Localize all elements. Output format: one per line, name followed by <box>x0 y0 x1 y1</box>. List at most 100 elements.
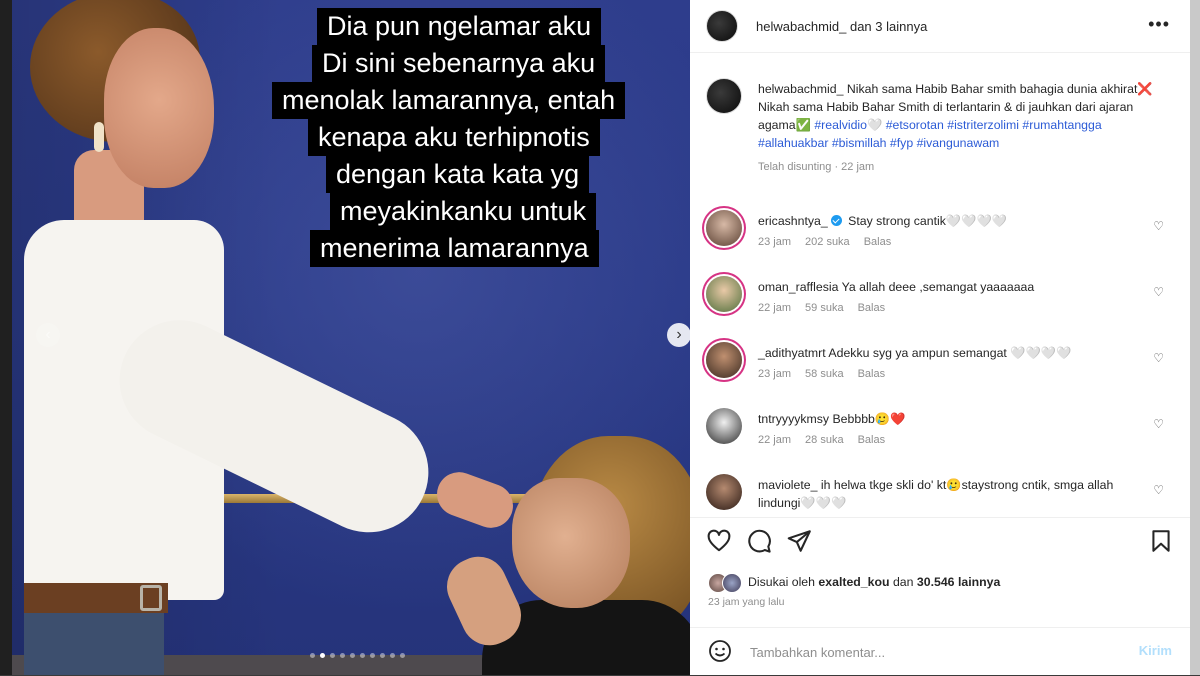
carousel-dot <box>340 653 345 658</box>
woman-jeans <box>24 613 164 675</box>
post-header: helwabachmid_ dan 3 lainnya ••• <box>690 0 1190 53</box>
post-actions: Disukai oleh exalted_kou dan 30.546 lain… <box>690 517 1190 628</box>
comment-item: ericashntya_ Stay strong cantik🤍🤍🤍🤍 23 j… <box>706 210 1176 254</box>
commenter-avatar[interactable] <box>706 408 742 444</box>
header-username[interactable]: helwabachmid_ <box>756 19 846 34</box>
send-icon[interactable] <box>786 528 812 554</box>
man-face <box>512 478 630 608</box>
likes-user[interactable]: exalted_kou <box>818 575 889 589</box>
comment-text: Stay strong cantik🤍🤍🤍🤍 <box>848 214 1008 228</box>
heart-icon: ♡ <box>1153 219 1164 233</box>
caption-line-5: dengan kata kata yg <box>326 156 590 193</box>
commenter-avatar[interactable] <box>706 276 742 312</box>
likes-suffix[interactable]: lainnya <box>958 575 1000 589</box>
caption-line-2: Di sini sebenarnya aku <box>312 45 606 82</box>
header-author[interactable]: helwabachmid_ dan 3 lainnya <box>756 19 927 34</box>
liker-avatar <box>722 573 742 593</box>
carousel-dot <box>380 653 385 658</box>
reply-button[interactable]: Balas <box>864 236 892 248</box>
liker-avatars <box>708 573 742 593</box>
more-options-button[interactable]: ••• <box>1148 14 1170 35</box>
likes-summary[interactable]: Disukai oleh exalted_kou dan 30.546 lain… <box>708 573 1000 593</box>
caption-line-6: meyakinkanku untuk <box>330 193 597 230</box>
comment-username[interactable]: _adithyatmrt <box>758 346 826 360</box>
comment-likes[interactable]: 58 suka <box>805 368 844 380</box>
comment-likes[interactable]: 59 suka <box>805 302 844 314</box>
comment-time: 23 jam <box>758 236 792 248</box>
commenter-avatar[interactable] <box>706 210 742 246</box>
comment-item: oman_rafflesia Ya allah deee ,semangat y… <box>706 276 1176 320</box>
comment-username[interactable]: ericashntya_ <box>758 214 828 228</box>
comment-like-button[interactable]: ♡ <box>1153 351 1164 365</box>
right-backdrop <box>1190 0 1200 675</box>
comment-like-button[interactable]: ♡ <box>1153 285 1164 299</box>
caption-line-7: menerima lamarannya <box>310 230 599 267</box>
smiley-icon[interactable] <box>708 639 732 663</box>
carousel-dot <box>370 653 375 658</box>
post-time: 23 jam yang lalu <box>708 596 785 608</box>
comment-text: Adekku syg ya ampun semangat 🤍🤍🤍🤍 <box>828 346 1072 360</box>
heart-icon: ♡ <box>1153 483 1164 497</box>
carousel-dots <box>310 653 405 658</box>
carousel-dot <box>360 653 365 658</box>
comment-like-button[interactable]: ♡ <box>1153 417 1164 431</box>
chevron-left-icon: ‹ <box>45 326 51 343</box>
comment-item: tntryyyykmsy Bebbbb🥲❤️ 22 jam 28 suka Ba… <box>706 408 1176 452</box>
reply-button[interactable]: Balas <box>858 368 886 380</box>
comment-text: Ya allah deee ,semangat yaaaaaaa <box>841 280 1035 294</box>
caption-line-1: Dia pun ngelamar aku <box>317 8 602 45</box>
comment-username[interactable]: oman_rafflesia <box>758 280 838 294</box>
chevron-right-icon: › <box>676 326 682 343</box>
comment-like-button[interactable]: ♡ <box>1153 219 1164 233</box>
bookmark-icon[interactable] <box>1148 528 1174 554</box>
header-collab-text[interactable]: dan 3 lainnya <box>850 19 927 34</box>
verified-badge-icon <box>830 215 842 226</box>
commenter-avatar[interactable] <box>706 474 742 510</box>
caption-avatar[interactable] <box>706 78 742 114</box>
belt-buckle <box>140 585 162 611</box>
heart-icon: ♡ <box>1153 417 1164 431</box>
commenter-avatar[interactable] <box>706 342 742 378</box>
comment-likes[interactable]: 28 suka <box>805 434 844 446</box>
likes-count[interactable]: 30.546 <box>917 575 955 589</box>
comment-time: 22 jam <box>758 302 792 314</box>
post-photo[interactable]: Dia pun ngelamar aku Di sini sebenarnya … <box>12 0 690 675</box>
reply-button[interactable]: Balas <box>858 302 886 314</box>
comment-likes[interactable]: 202 suka <box>805 236 850 248</box>
heart-icon[interactable] <box>706 528 732 554</box>
reply-button[interactable]: Balas <box>858 434 886 446</box>
likes-prefix: Disukai oleh <box>748 575 815 589</box>
comment-time: 23 jam <box>758 368 792 380</box>
owner-avatar[interactable] <box>706 10 738 42</box>
carousel-dot <box>400 653 405 658</box>
comment-like-button[interactable]: ♡ <box>1153 483 1164 497</box>
carousel-prev-button[interactable]: ‹ <box>36 323 60 347</box>
likes-middle: dan <box>892 575 914 589</box>
comments-list[interactable]: helwabachmid_ Nikah sama Habib Bahar smi… <box>690 52 1190 517</box>
post-comment-button[interactable]: Kirim <box>1139 643 1172 658</box>
carousel-next-button[interactable]: › <box>667 323 690 347</box>
caption-line-3: menolak lamarannya, entah <box>272 82 626 119</box>
add-comment-bar: Kirim <box>690 627 1190 676</box>
comment-username[interactable]: maviolete_ <box>758 478 817 492</box>
comment-item: maviolete_ ih helwa tkge skli do' kt🥲sta… <box>706 474 1176 517</box>
carousel-dot <box>390 653 395 658</box>
more-horizontal-icon: ••• <box>1148 14 1170 34</box>
woman-face <box>104 28 214 188</box>
comment-icon[interactable] <box>746 528 772 554</box>
carousel-dot <box>320 653 325 658</box>
comment-input[interactable] <box>748 641 1112 663</box>
comment-item: _adithyatmrt Adekku syg ya ampun semanga… <box>706 342 1176 386</box>
comment-time: 22 jam <box>758 434 792 446</box>
carousel-dot <box>310 653 315 658</box>
post-panel: helwabachmid_ dan 3 lainnya ••• helwabac… <box>690 0 1190 675</box>
comment-text: Bebbbb🥲❤️ <box>832 412 906 426</box>
caption-text-1: Nikah sama Habib Bahar smith bahagia dun… <box>846 82 1153 96</box>
heart-icon: ♡ <box>1153 285 1164 299</box>
woman-earring <box>94 122 104 152</box>
left-backdrop <box>0 0 12 675</box>
comment-username[interactable]: tntryyyykmsy <box>758 412 829 426</box>
caption-username[interactable]: helwabachmid_ <box>758 82 843 96</box>
caption-line-4: kenapa aku terhipnotis <box>308 119 600 156</box>
carousel-dot <box>350 653 355 658</box>
